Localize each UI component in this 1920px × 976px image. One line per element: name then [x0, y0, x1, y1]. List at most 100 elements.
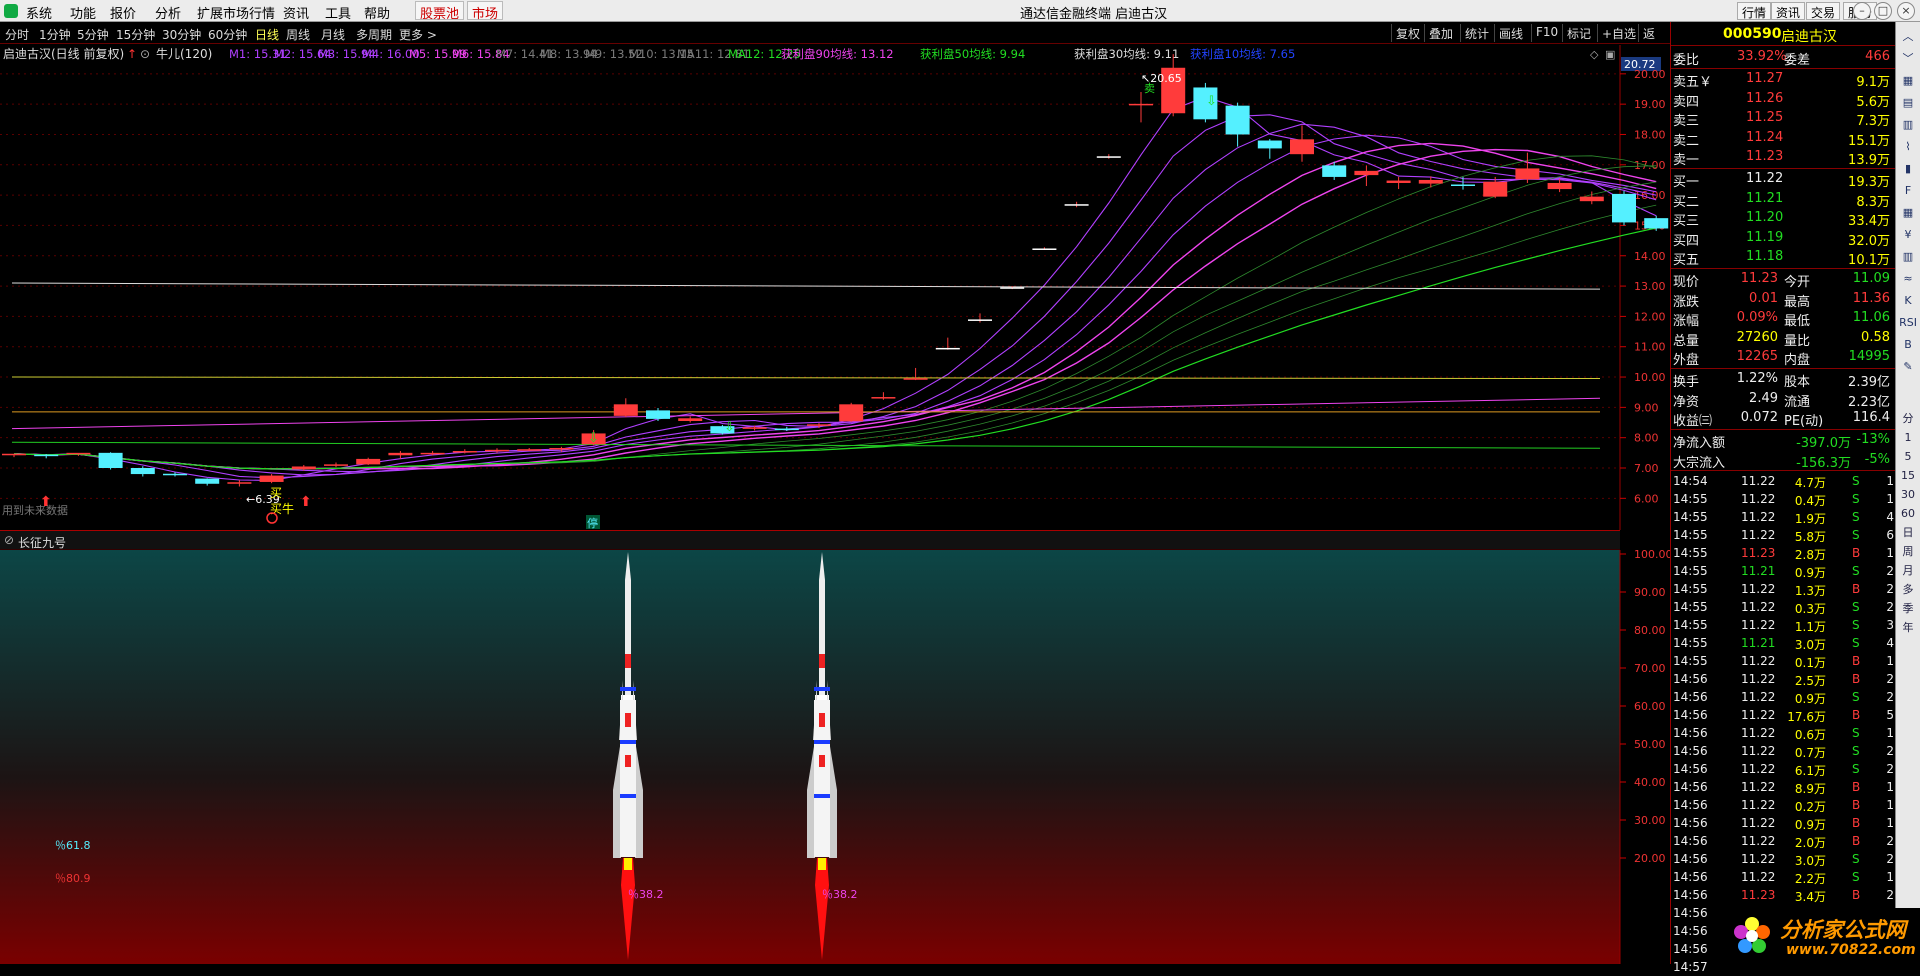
pen-icon[interactable]: ✎: [1898, 360, 1918, 374]
future-data-note: 用到未来数据: [2, 503, 68, 517]
period-tab[interactable]: 多周期: [356, 26, 392, 43]
bid-row[interactable]: 买一 11.22 19.3万: [1671, 170, 1896, 190]
ask-row[interactable]: 卖三 11.25 7.3万: [1671, 109, 1896, 129]
ask-row[interactable]: 卖二 11.24 15.1万: [1671, 129, 1896, 149]
sell-signal-label: 卖: [1144, 82, 1155, 95]
up-icon[interactable]: ︿: [1898, 30, 1918, 44]
top-right-button[interactable]: 行情: [1737, 2, 1772, 20]
boll-icon[interactable]: B: [1898, 338, 1918, 352]
period-tab[interactable]: 月线: [321, 26, 345, 43]
period-tab[interactable]: 5分钟: [77, 26, 109, 43]
sub-tick-label: 30.00: [1634, 814, 1666, 827]
side-period-button[interactable]: 月: [1898, 564, 1918, 578]
stat-row: 净资 2.49 流通 2.23亿: [1673, 390, 1890, 410]
bid-row[interactable]: 买三 11.20 33.4万: [1671, 209, 1896, 229]
menu-item[interactable]: 分析: [155, 3, 181, 22]
line-icon[interactable]: ⌇: [1898, 140, 1918, 154]
side-period-button[interactable]: 1: [1898, 431, 1918, 445]
tick-row: 14:56 11.22 8.9万 B 1: [1673, 780, 1894, 796]
menu-item[interactable]: 帮助: [364, 3, 390, 22]
menu-item[interactable]: 功能: [70, 3, 96, 22]
price-tick-label: 19.00: [1634, 98, 1666, 111]
menu-item[interactable]: 系统: [26, 3, 52, 22]
ma-line: [13, 142, 1657, 470]
bid-row[interactable]: 买二 11.21 8.3万: [1671, 190, 1896, 210]
hot-tab[interactable]: 市场: [467, 1, 504, 22]
stat-row: 现价 11.23 今开 11.09: [1673, 271, 1890, 290]
candle-body: [1129, 103, 1153, 106]
kline-icon[interactable]: ▮: [1898, 162, 1918, 176]
period-tab[interactable]: 日线: [255, 26, 279, 43]
side-period-button[interactable]: 日: [1898, 526, 1918, 540]
menu-item[interactable]: 扩展市场行情: [197, 3, 275, 22]
maximize-icon[interactable]: □: [1874, 2, 1892, 20]
side-period-button[interactable]: 60: [1898, 507, 1918, 521]
side-period-button[interactable]: 15: [1898, 469, 1918, 483]
side-period-button[interactable]: 多: [1898, 583, 1918, 597]
chart-tool-button[interactable]: F10: [1531, 24, 1562, 42]
tick-row: 14:55 11.22 1.9万 S 4: [1673, 510, 1894, 526]
bid-row[interactable]: 买四 11.19 32.0万: [1671, 229, 1896, 249]
period-toolbar: 分时 1分钟 5分钟 15分钟 30分钟 60分钟 日线 周线 月线 多周期 更多 > 复权 叠加 统计画…: [0, 22, 1670, 58]
menu-item[interactable]: 资讯: [283, 3, 309, 22]
period-tab[interactable]: 1分钟: [39, 26, 71, 43]
chart-tool-button[interactable]: 画线: [1494, 24, 1527, 42]
grid-icon[interactable]: ▤: [1898, 96, 1918, 110]
period-tab[interactable]: 分时: [5, 26, 29, 43]
side-period-button[interactable]: 季: [1898, 602, 1918, 616]
f10-icon[interactable]: F: [1898, 184, 1918, 198]
side-period-button[interactable]: 5: [1898, 450, 1918, 464]
buy-signal-label: 买: [270, 486, 282, 500]
ask-row[interactable]: 卖一 11.23 13.9万: [1671, 148, 1896, 168]
down-icon[interactable]: ﹀: [1898, 52, 1918, 66]
macd-icon[interactable]: ≈: [1898, 272, 1918, 286]
candle-body: [1386, 180, 1411, 183]
menu-item[interactable]: 报价: [110, 3, 136, 22]
ask-row[interactable]: 卖五￥ 11.27 9.1万: [1671, 70, 1896, 90]
chart-tool-button[interactable]: 标记: [1562, 24, 1595, 42]
top-right-button[interactable]: 交易: [1806, 2, 1841, 20]
table-icon[interactable]: ▦: [1898, 206, 1918, 220]
bid-row[interactable]: 买五 11.18 10.1万: [1671, 248, 1896, 268]
profit-ma-line: [11, 441, 1601, 449]
chart-tool-button[interactable]: 叠加: [1424, 24, 1457, 42]
period-tab[interactable]: 15分钟: [116, 26, 155, 43]
stat-row: 换手 1.22% 股本 2.39亿: [1673, 371, 1890, 390]
chart-icon[interactable]: ▦: [1898, 74, 1918, 88]
kdj-icon[interactable]: K: [1898, 294, 1918, 308]
tick-row: 14:55 11.23 2.8万 B 1: [1673, 546, 1894, 562]
indicator-chart[interactable]: 100.00 90.00 80.00 70.00 60.00 50.00 40.00 30.0…: [0, 550, 1670, 964]
bar-icon[interactable]: ▥: [1898, 118, 1918, 132]
period-tab[interactable]: 30分钟: [162, 26, 201, 43]
stat-row: 收益㈢ 0.072 PE(动) 116.4: [1673, 410, 1890, 429]
kline-chart[interactable]: 20.7220.0019.0018.0017.0016.0015.0014.00…: [0, 45, 1670, 530]
chart-tool-button[interactable]: 统计: [1460, 24, 1493, 42]
minimize-icon[interactable]: –: [1853, 2, 1871, 20]
side-period-button[interactable]: 周: [1898, 545, 1918, 559]
sub-tick-label: 90.00: [1634, 586, 1666, 599]
stat-row: 外盘 12265 内盘 14995: [1673, 349, 1890, 368]
chart-tool-button[interactable]: 复权: [1391, 24, 1424, 42]
sub-indicator-title[interactable]: 长征九号: [18, 534, 66, 551]
money-icon[interactable]: ¥: [1898, 228, 1918, 242]
rsi-icon[interactable]: RSI: [1898, 316, 1918, 330]
side-period-button[interactable]: 分: [1898, 412, 1918, 426]
vol-icon[interactable]: ▥: [1898, 250, 1918, 264]
sub-chart-header: ⊘ 长征九号: [0, 530, 1620, 550]
stat-row: 总量 27260 量比 0.58: [1673, 329, 1890, 349]
top-right-button[interactable]: 资讯: [1771, 2, 1806, 20]
chart-tool-button[interactable]: +自选: [1597, 24, 1640, 42]
side-period-button[interactable]: 年: [1898, 621, 1918, 635]
ask-row[interactable]: 卖四 11.26 5.6万: [1671, 90, 1896, 110]
side-period-button[interactable]: 30: [1898, 488, 1918, 502]
menu-item[interactable]: 工具: [325, 3, 351, 22]
close-icon[interactable]: ×: [1897, 2, 1915, 20]
ma-line: [13, 227, 1657, 470]
candle-body: [1290, 139, 1314, 155]
period-tab[interactable]: 60分钟: [208, 26, 247, 43]
collapse-icon[interactable]: ⊘: [4, 533, 14, 547]
period-tab[interactable]: 周线: [286, 26, 310, 43]
chart-tool-button[interactable]: 返回: [1638, 24, 1670, 58]
hot-tab[interactable]: 股票池: [415, 1, 465, 22]
period-tab[interactable]: 更多 >: [399, 26, 437, 43]
